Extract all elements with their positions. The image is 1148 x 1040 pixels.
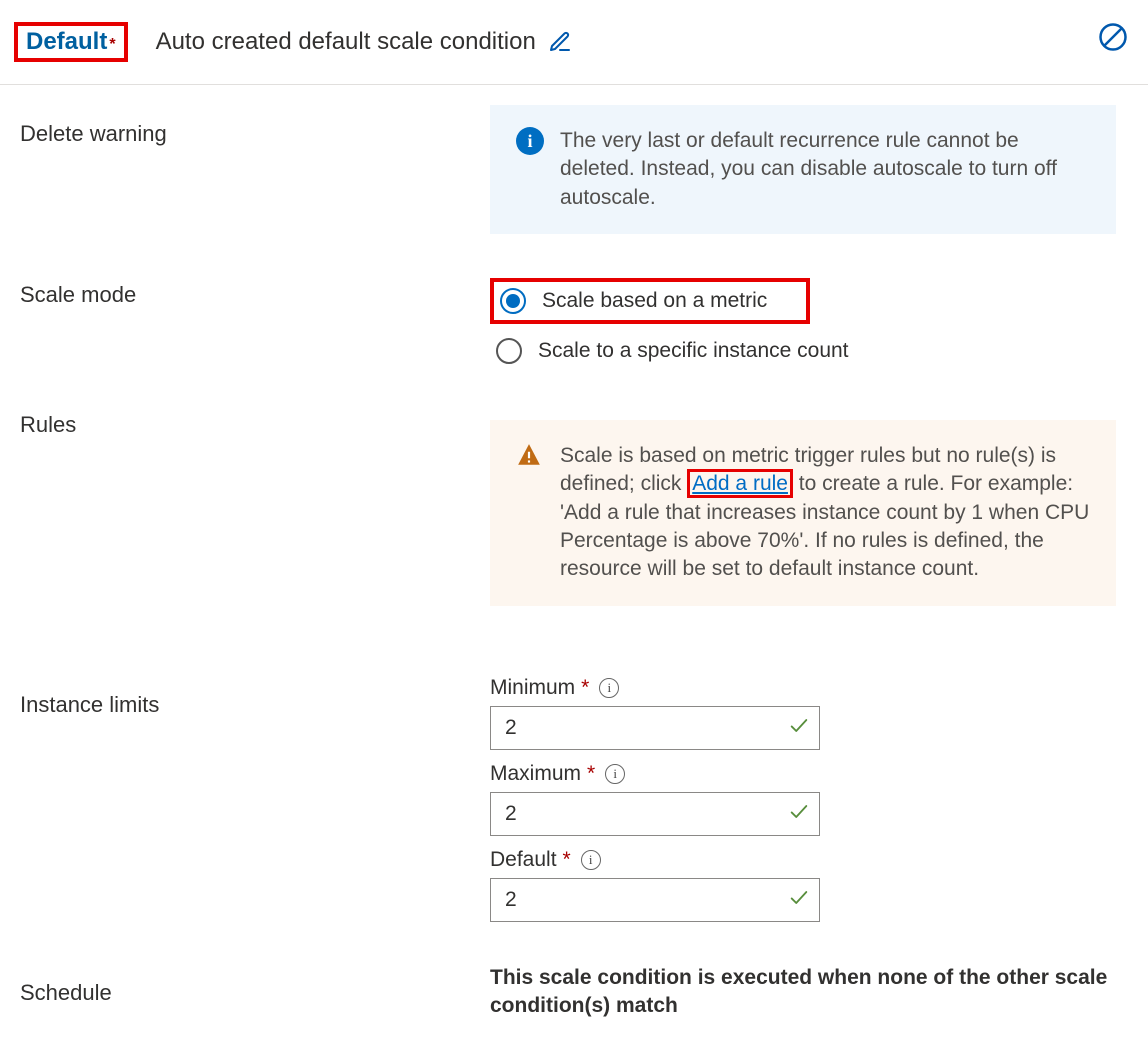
required-asterisk: * — [109, 36, 115, 53]
info-icon-default[interactable]: i — [581, 850, 601, 870]
radio-scale-count[interactable] — [496, 338, 522, 364]
required-asterisk: * — [581, 676, 589, 700]
label-scale-mode: Scale mode — [20, 278, 470, 396]
radio-scale-count-label: Scale to a specific instance count — [538, 339, 849, 363]
radio-scale-metric-row[interactable]: Scale based on a metric — [490, 278, 810, 324]
maximum-label: Maximum — [490, 762, 581, 786]
label-rules: Rules — [20, 396, 470, 676]
label-schedule: Schedule — [20, 964, 470, 1021]
info-icon: i — [516, 127, 544, 155]
minimum-label: Minimum — [490, 676, 575, 700]
required-asterisk: * — [563, 848, 571, 872]
label-delete-warning: Delete warning — [20, 105, 470, 278]
required-asterisk: * — [587, 762, 595, 786]
default-input[interactable] — [490, 878, 820, 922]
warning-text-rules: Scale is based on metric trigger rules b… — [560, 442, 1090, 584]
radio-scale-count-row[interactable]: Scale to a specific instance count — [490, 332, 1116, 370]
radio-scale-metric[interactable] — [500, 288, 526, 314]
header-bar: Default* Auto created default scale cond… — [0, 0, 1148, 85]
radio-scale-metric-label: Scale based on a metric — [542, 289, 767, 313]
default-label: Default — [490, 848, 557, 872]
warning-icon — [516, 442, 542, 473]
warning-box-rules: Scale is based on metric trigger rules b… — [490, 420, 1116, 606]
info-icon-maximum[interactable]: i — [605, 764, 625, 784]
tab-default-label: Default — [26, 28, 107, 55]
maximum-input[interactable] — [490, 792, 820, 836]
disable-icon[interactable] — [1098, 22, 1128, 57]
field-minimum: Minimum * i — [490, 676, 1116, 750]
pencil-edit-icon[interactable] — [548, 30, 572, 54]
schedule-text: This scale condition is executed when no… — [490, 964, 1116, 1021]
field-maximum: Maximum * i — [490, 762, 1116, 836]
info-box-delete-warning: i The very last or default recurrence ru… — [490, 105, 1116, 234]
tab-default[interactable]: Default* — [14, 22, 128, 62]
info-icon-minimum[interactable]: i — [599, 678, 619, 698]
info-text-delete-warning: The very last or default recurrence rule… — [560, 127, 1090, 212]
add-a-rule-link[interactable]: Add a rule — [687, 469, 793, 498]
minimum-input[interactable] — [490, 706, 820, 750]
condition-title: Auto created default scale condition — [156, 28, 536, 56]
field-default: Default * i — [490, 848, 1116, 922]
label-instance-limits: Instance limits — [20, 676, 470, 964]
